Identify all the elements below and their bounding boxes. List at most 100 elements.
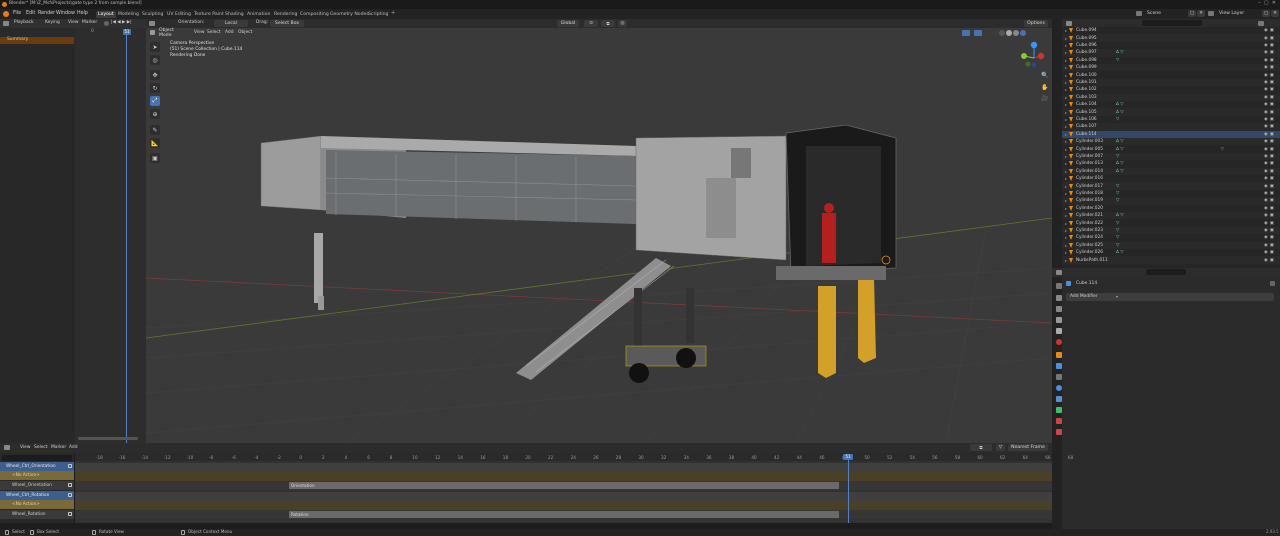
expand-arrow-icon[interactable]: ▸	[1062, 198, 1067, 203]
outliner-row[interactable]: ▸ Cube.096 ◉ ▣	[1062, 41, 1280, 50]
rotation-strip[interactable]: Rotation	[289, 511, 839, 518]
expand-arrow-icon[interactable]: ▸	[1062, 50, 1067, 55]
window-controls[interactable]: – ▢ ✕	[1258, 1, 1276, 6]
viewport-menu-view[interactable]: View	[194, 30, 204, 35]
expand-arrow-icon[interactable]: ▸	[1062, 243, 1067, 248]
visibility-toggles[interactable]: ◉ ▣	[1264, 110, 1280, 115]
add-modifier-button[interactable]: Add Modifier ▾	[1066, 293, 1274, 301]
camera-icon[interactable]: ▣	[1270, 50, 1274, 55]
camera-icon[interactable]: ▣	[1270, 176, 1274, 181]
outliner-row[interactable]: ▸ Cube.106 ▽ ◉ ▣	[1062, 115, 1280, 124]
frame-indicator[interactable]: 51	[123, 29, 131, 35]
viewport-editor-icon[interactable]	[149, 21, 155, 26]
visibility-toggles[interactable]: ◉ ▣	[1264, 198, 1280, 203]
camera-icon[interactable]: ▣	[1270, 198, 1274, 203]
visibility-toggles[interactable]: ◉ ▣	[1264, 73, 1280, 78]
expand-arrow-icon[interactable]: ▸	[1062, 95, 1067, 100]
menu-keying[interactable]: Keying	[45, 20, 60, 25]
xray-toggle-icon[interactable]	[987, 30, 993, 36]
camera-icon[interactable]: ▣	[1270, 87, 1274, 92]
visibility-toggles[interactable]: ◉ ▣	[1264, 161, 1280, 166]
visibility-toggles[interactable]: ◉ ▣	[1264, 213, 1280, 218]
properties-editor-icon[interactable]	[1056, 270, 1062, 275]
transform-tool-icon[interactable]: ⊕	[150, 109, 160, 119]
menu-help[interactable]: Help	[77, 11, 88, 16]
properties-search-input[interactable]	[1146, 269, 1186, 275]
visibility-toggles[interactable]: ◉ ▣	[1264, 117, 1280, 122]
eye-icon[interactable]: ◉	[1264, 36, 1268, 41]
mode-dropdown[interactable]: Object Mode	[156, 28, 184, 38]
render-tab-icon[interactable]	[1056, 295, 1062, 301]
expand-arrow-icon[interactable]: ▸	[1062, 191, 1067, 196]
gizmo-toggle-icon[interactable]	[962, 30, 970, 36]
outliner-row[interactable]: ▸ Cylinder.022 ▽ ◉ ▣	[1062, 219, 1280, 227]
camera-icon[interactable]: ▣	[1270, 132, 1274, 137]
expand-arrow-icon[interactable]: ▸	[1062, 102, 1067, 107]
outliner-row[interactable]: ▸ Cylinder.007 ▽ ◉ ▣	[1062, 152, 1280, 161]
expand-arrow-icon[interactable]: ▸	[1062, 80, 1067, 85]
start-frame-field[interactable]: 0	[91, 29, 94, 34]
nla-track-object[interactable]: Wheel_Ctrl_Orientation	[0, 462, 74, 471]
drag-dropdown[interactable]: Select Box	[270, 20, 304, 27]
expand-arrow-icon[interactable]: ▸	[1062, 221, 1067, 226]
nla-editor-icon[interactable]	[4, 445, 10, 450]
expand-arrow-icon[interactable]: ▸	[1062, 139, 1067, 144]
world-tab-icon[interactable]	[1056, 339, 1062, 345]
eye-icon[interactable]: ◉	[1264, 206, 1268, 211]
nla-menu-marker[interactable]: Marker	[51, 445, 66, 450]
camera-icon[interactable]: ▣	[1270, 124, 1274, 129]
camera-view-icon[interactable]: 🎥	[1041, 96, 1048, 102]
visibility-toggles[interactable]: ◉ ▣	[1264, 139, 1280, 144]
tool-tab-icon[interactable]	[1056, 283, 1062, 289]
view-layer-new-button[interactable]: ▢	[1262, 10, 1270, 17]
camera-icon[interactable]: ▣	[1270, 110, 1274, 115]
editor-type-icon[interactable]	[3, 21, 9, 26]
outliner-row[interactable]: ▸ Cylinder.016 ◉ ▣	[1062, 175, 1280, 183]
outliner-row[interactable]: ▸ Cylinder.005 ∆ ▽ ▽ ◉ ▣	[1062, 145, 1280, 153]
eye-icon[interactable]: ◉	[1264, 154, 1268, 159]
camera-icon[interactable]: ▣	[1270, 235, 1274, 240]
eye-icon[interactable]: ◉	[1264, 169, 1268, 174]
outliner-editor-icon[interactable]	[1066, 21, 1072, 26]
expand-arrow-icon[interactable]: ▸	[1062, 184, 1067, 189]
eye-icon[interactable]: ◉	[1264, 58, 1268, 63]
nla-search-input[interactable]	[2, 455, 72, 461]
eye-icon[interactable]: ◉	[1264, 95, 1268, 100]
visibility-toggles[interactable]: ◉ ▣	[1264, 258, 1280, 263]
visibility-toggles[interactable]: ◉ ▣	[1264, 235, 1280, 240]
eye-icon[interactable]: ◉	[1264, 235, 1268, 240]
nla-track-track[interactable]: Wheel_Orientation	[0, 481, 74, 490]
expand-arrow-icon[interactable]: ▸	[1062, 258, 1067, 263]
move-tool-icon[interactable]: ✥	[150, 70, 160, 80]
expand-arrow-icon[interactable]: ▸	[1062, 206, 1067, 211]
outliner-filter-icon[interactable]	[1258, 21, 1264, 26]
camera-icon[interactable]: ▣	[1270, 221, 1274, 226]
tab-shading[interactable]: Shading	[223, 11, 246, 18]
visibility-toggles[interactable]: ◉ ▣	[1264, 28, 1280, 33]
eye-icon[interactable]: ◉	[1264, 50, 1268, 55]
camera-icon[interactable]: ▣	[1270, 58, 1274, 63]
viewport-menu-select[interactable]: Select	[207, 30, 221, 35]
checkbox-icon[interactable]	[68, 483, 72, 487]
add-workspace-icon[interactable]: +	[391, 11, 395, 16]
outliner-row[interactable]: ▸ Cylinder.025 ▽ ◉ ▣	[1062, 241, 1280, 249]
camera-icon[interactable]: ▣	[1270, 213, 1274, 218]
cursor-tool-icon[interactable]: ◎	[150, 55, 160, 65]
eye-icon[interactable]: ◉	[1264, 184, 1268, 189]
visibility-toggles[interactable]: ◉ ▣	[1264, 102, 1280, 107]
outliner-row[interactable]: ▸ Cube.098 ▽ ◉ ▣	[1062, 56, 1280, 64]
camera-icon[interactable]: ▣	[1270, 80, 1274, 85]
eye-icon[interactable]: ◉	[1264, 132, 1268, 137]
nla-track-noaction[interactable]: <No Action>	[0, 471, 74, 480]
outliner-row[interactable]: ▸ Cylinder.017 ▽ ◉ ▣	[1062, 182, 1280, 190]
visibility-toggles[interactable]: ◉ ▣	[1264, 87, 1280, 92]
scene-new-button[interactable]: ▢	[1188, 10, 1196, 17]
camera-icon[interactable]: ▣	[1270, 117, 1274, 122]
left-scrollbar[interactable]	[78, 437, 138, 440]
constraints-tab-icon[interactable]	[1056, 396, 1062, 402]
visibility-toggles[interactable]: ◉ ▣	[1264, 58, 1280, 63]
visibility-toggles[interactable]: ◉ ▣	[1264, 124, 1280, 129]
nla-track-noaction[interactable]: <No Action>	[0, 500, 74, 509]
outliner-search-input[interactable]	[1142, 20, 1202, 26]
visibility-toggles[interactable]: ◉ ▣	[1264, 191, 1280, 196]
